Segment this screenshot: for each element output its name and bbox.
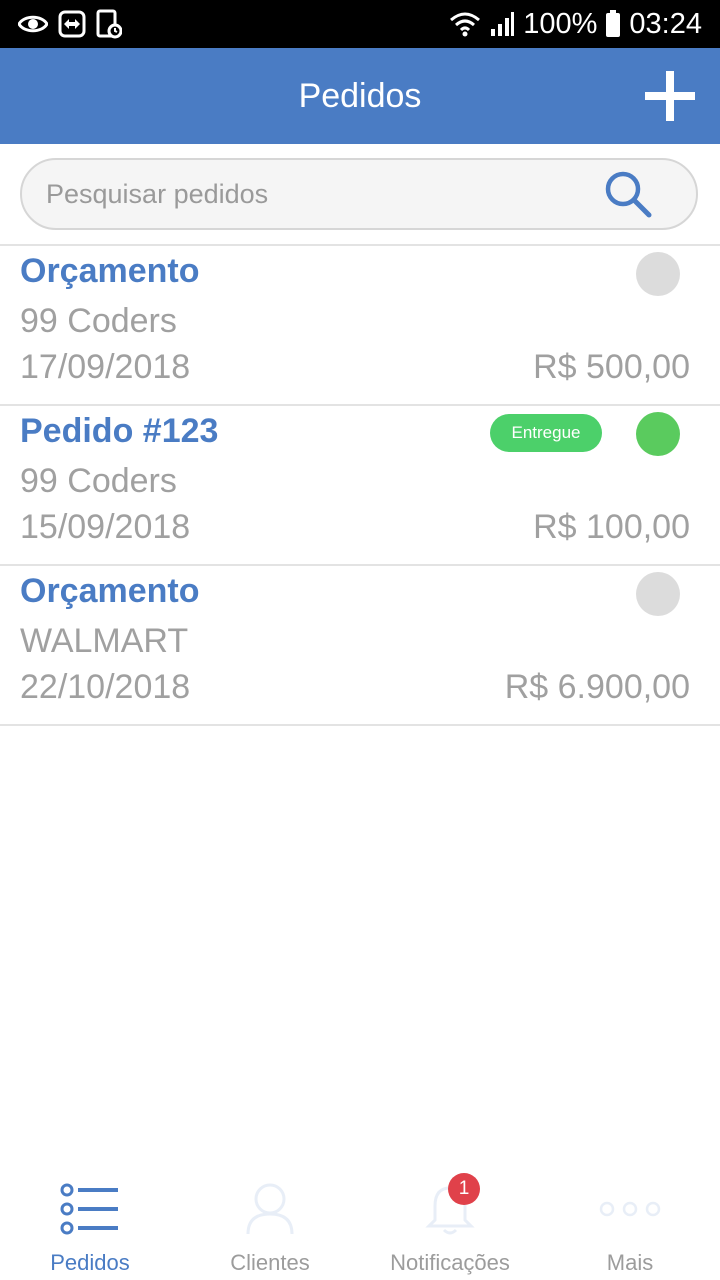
bottom-nav: Pedidos Clientes Notificações Mais bbox=[0, 1160, 720, 1280]
nav-label: Pedidos bbox=[50, 1250, 130, 1275]
more-icon bbox=[599, 1201, 661, 1217]
nav-item-pedidos[interactable]: Pedidos bbox=[0, 1160, 180, 1280]
status-bar: 100% 03:24 bbox=[0, 0, 720, 48]
search-button[interactable] bbox=[596, 162, 660, 226]
search-input[interactable] bbox=[22, 160, 596, 228]
order-date: 15/09/2018 bbox=[20, 508, 191, 546]
add-order-button[interactable] bbox=[644, 70, 696, 122]
order-total: R$ 500,00 bbox=[533, 348, 690, 386]
signal-icon bbox=[489, 11, 515, 37]
order-row[interactable]: Orçamento WALMART 22/10/2018 R$ 6.900,00 bbox=[0, 566, 720, 726]
page-title: Pedidos bbox=[298, 76, 422, 115]
order-row[interactable]: Pedido #123 Entregue 99 Coders 15/09/201… bbox=[0, 406, 720, 566]
plus-icon bbox=[645, 71, 695, 121]
battery-icon bbox=[605, 10, 621, 38]
order-client: 99 Coders bbox=[20, 462, 177, 500]
search-bar bbox=[20, 158, 698, 230]
battery-percent: 100% bbox=[523, 7, 598, 40]
clock: 03:24 bbox=[629, 7, 702, 40]
order-title: Orçamento bbox=[20, 572, 200, 610]
order-title: Orçamento bbox=[20, 252, 200, 290]
nav-label: Clientes bbox=[230, 1250, 310, 1275]
nav-item-clientes[interactable]: Clientes bbox=[180, 1160, 360, 1280]
teamviewer-icon bbox=[58, 10, 86, 38]
order-client: 99 Coders bbox=[20, 302, 177, 340]
screen-lock-icon bbox=[96, 9, 122, 39]
eye-icon bbox=[18, 13, 48, 35]
order-row[interactable]: Orçamento 99 Coders 17/09/2018 R$ 500,00 bbox=[0, 246, 720, 406]
nav-item-notificacoes[interactable]: Notificações bbox=[360, 1160, 540, 1280]
notification-badge: 1 bbox=[448, 1173, 480, 1205]
nav-label: Notificações bbox=[390, 1250, 510, 1275]
status-badge: Entregue bbox=[490, 414, 602, 452]
app-bar: Pedidos bbox=[0, 48, 720, 144]
order-client: WALMART bbox=[20, 622, 189, 660]
status-indicator bbox=[636, 572, 680, 616]
wifi-icon bbox=[449, 11, 481, 37]
nav-item-mais[interactable]: Mais bbox=[540, 1160, 720, 1280]
order-date: 17/09/2018 bbox=[20, 348, 191, 386]
user-icon bbox=[246, 1183, 294, 1235]
order-title: Pedido #123 bbox=[20, 412, 219, 450]
order-total: R$ 100,00 bbox=[533, 508, 690, 546]
orders-list: Orçamento 99 Coders 17/09/2018 R$ 500,00… bbox=[0, 246, 720, 726]
order-total: R$ 6.900,00 bbox=[504, 668, 690, 706]
nav-label: Mais bbox=[606, 1250, 654, 1275]
list-icon bbox=[60, 1183, 118, 1235]
status-indicator bbox=[636, 412, 680, 456]
status-indicator bbox=[636, 252, 680, 296]
order-date: 22/10/2018 bbox=[20, 668, 191, 706]
search-icon bbox=[605, 171, 652, 218]
